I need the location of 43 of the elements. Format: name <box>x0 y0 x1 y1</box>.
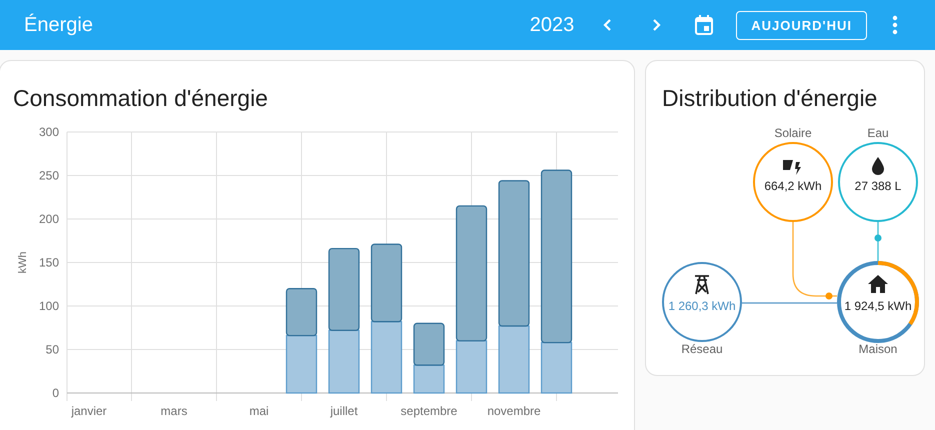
x-axis-label: mars <box>160 404 188 418</box>
solar-panel-icon <box>783 160 801 175</box>
x-axis-label: janvier <box>71 404 107 418</box>
y-axis-label: 300 <box>38 125 59 139</box>
x-axis-label: novembre <box>487 404 541 418</box>
year-label: 2023 <box>530 14 574 36</box>
node-circle[interactable] <box>838 142 918 222</box>
node-value: 27 388 L <box>854 179 902 193</box>
x-axis-label: mai <box>249 404 269 418</box>
node-label: Eau <box>867 126 889 140</box>
more-vertical-icon <box>892 15 898 35</box>
flow-line <box>877 221 879 261</box>
node-circle[interactable] <box>753 142 833 222</box>
y-axis-label: 200 <box>38 212 59 226</box>
today-button[interactable]: AUJOURD'HUI <box>736 10 867 40</box>
node-value: 664,2 kWh <box>764 179 822 193</box>
y-axis-label: 100 <box>38 299 59 313</box>
y-axis-label: 0 <box>52 386 59 400</box>
house-icon <box>868 275 888 293</box>
node-ring[interactable] <box>837 261 919 343</box>
node-circle[interactable] <box>662 262 742 342</box>
y-axis-label: 150 <box>38 256 59 270</box>
node-label: Solaire <box>774 126 812 140</box>
y-axis-title: kWh <box>17 252 29 274</box>
flow-dot <box>826 292 832 300</box>
node-label: Réseau <box>681 342 723 356</box>
card-title: Distribution d'énergie <box>661 84 878 113</box>
card-title: Consommation d'énergie <box>12 84 269 113</box>
x-axis-label: juillet <box>330 404 358 418</box>
bar <box>328 330 360 394</box>
flow-dot <box>874 234 882 242</box>
x-axis-label: septembre <box>400 404 458 418</box>
node-value: 1 260,3 kWh <box>668 299 736 313</box>
transmission-tower-icon <box>694 275 710 295</box>
y-axis-label: 50 <box>46 342 59 356</box>
calendar-icon <box>694 14 714 36</box>
water-drop-icon <box>872 157 884 175</box>
y-axis-label: 250 <box>38 168 59 182</box>
bar <box>286 288 318 336</box>
page-title: Énergie <box>24 14 93 36</box>
bar <box>286 334 318 394</box>
node-label: Maison <box>858 342 898 356</box>
node-value: 1 924,5 kWh <box>844 299 912 313</box>
